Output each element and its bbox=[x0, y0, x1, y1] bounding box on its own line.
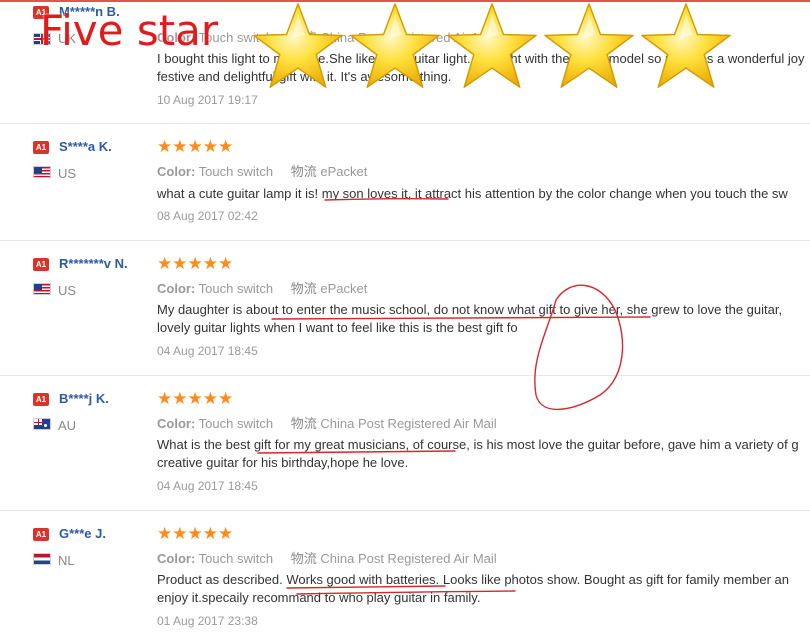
review-text: What is the best gift for my great music… bbox=[157, 436, 810, 472]
shipping-value: China Post Registered Air Mail bbox=[320, 551, 497, 566]
us-flag-icon bbox=[33, 166, 51, 178]
review-meta: Color: Touch switch 物流 China Post Regist… bbox=[157, 548, 497, 567]
review-text-line: My daughter is about to enter the music … bbox=[157, 302, 783, 317]
big-star-icon bbox=[350, 3, 440, 88]
big-star-icon bbox=[544, 3, 634, 88]
review-text: My daughter is about to enter the music … bbox=[157, 301, 810, 337]
review-item: A1 R*******v N. ★★★★★ US Color: Touch sw… bbox=[0, 241, 810, 376]
reviewer-name[interactable]: R*******v N. bbox=[59, 256, 128, 271]
review-meta: Color: Touch switch 物流 ePacket bbox=[157, 161, 367, 180]
review-text-line: lovely guitar lights when I want to feel… bbox=[157, 320, 518, 335]
five-star-overlay-title: Five star bbox=[40, 6, 219, 55]
buyer-level-badge: A1 bbox=[33, 393, 49, 406]
review-item: A1 B****j K. ★★★★★ AU Color: Touch switc… bbox=[0, 376, 810, 511]
reviewer-country: AU bbox=[58, 418, 77, 433]
shipping-label: 物流 bbox=[290, 551, 317, 566]
buyer-level-badge: A1 bbox=[33, 258, 49, 271]
reviewer-name[interactable]: B****j K. bbox=[59, 391, 109, 406]
review-date: 01 Aug 2017 23:38 bbox=[157, 614, 258, 628]
reviewer-name[interactable]: G***e J. bbox=[59, 526, 106, 541]
au-flag-icon bbox=[33, 418, 51, 430]
star-rating: ★★★★★ bbox=[157, 524, 234, 543]
star-rating: ★★★★★ bbox=[157, 389, 234, 408]
shipping-label: 物流 bbox=[290, 416, 317, 431]
color-label: Color: bbox=[157, 164, 196, 179]
review-text: what a cute guitar lamp it is! my son lo… bbox=[157, 185, 810, 203]
shipping-label: 物流 bbox=[290, 281, 317, 296]
review-item: A1 G***e J. ★★★★★ NL Color: Touch switch… bbox=[0, 511, 810, 642]
buyer-level-badge: A1 bbox=[33, 528, 49, 541]
review-text-line: What is the best gift for my great music… bbox=[157, 437, 799, 452]
review-date: 10 Aug 2017 19:17 bbox=[157, 93, 258, 107]
color-value: Touch switch bbox=[198, 416, 274, 431]
buyer-level-badge: A1 bbox=[33, 141, 49, 154]
review-text-line: Product as described. Works good with ba… bbox=[157, 572, 790, 587]
review-text-line: creative guitar for his birthday,hope he… bbox=[157, 455, 409, 470]
shipping-label: 物流 bbox=[290, 164, 317, 179]
shipping-value: ePacket bbox=[320, 164, 368, 179]
color-label: Color: bbox=[157, 416, 196, 431]
color-value: Touch switch bbox=[198, 551, 274, 566]
reviewer-country: US bbox=[58, 166, 77, 181]
review-text-line: what a cute guitar lamp it is! my son lo… bbox=[157, 186, 788, 201]
shipping-value: ePacket bbox=[320, 281, 368, 296]
color-label: Color: bbox=[157, 551, 196, 566]
big-star-icon bbox=[447, 3, 537, 88]
reviewer-country: US bbox=[58, 283, 77, 298]
reviewer-name[interactable]: S****a K. bbox=[59, 139, 112, 154]
color-value: Touch switch bbox=[198, 281, 274, 296]
big-star-icon bbox=[253, 3, 343, 88]
review-date: 04 Aug 2017 18:45 bbox=[157, 479, 258, 493]
color-label: Color: bbox=[157, 281, 196, 296]
review-text-line: enjoy it.specaily recommand to who play … bbox=[157, 590, 481, 605]
nl-flag-icon bbox=[33, 553, 51, 565]
us-flag-icon bbox=[33, 283, 51, 295]
review-text: Product as described. Works good with ba… bbox=[157, 571, 810, 607]
review-meta: Color: Touch switch 物流 China Post Regist… bbox=[157, 413, 497, 432]
review-item: A1 S****a K. ★★★★★ US Color: Touch switc… bbox=[0, 124, 810, 241]
shipping-value: China Post Registered Air Mail bbox=[320, 416, 497, 431]
color-value: Touch switch bbox=[198, 164, 274, 179]
star-rating: ★★★★★ bbox=[157, 254, 234, 273]
review-meta: Color: Touch switch 物流 ePacket bbox=[157, 278, 367, 297]
review-date: 04 Aug 2017 18:45 bbox=[157, 344, 258, 358]
big-star-icon bbox=[641, 3, 731, 88]
star-rating: ★★★★★ bbox=[157, 137, 234, 156]
reviewer-country: NL bbox=[58, 553, 75, 568]
review-date: 08 Aug 2017 02:42 bbox=[157, 209, 258, 223]
